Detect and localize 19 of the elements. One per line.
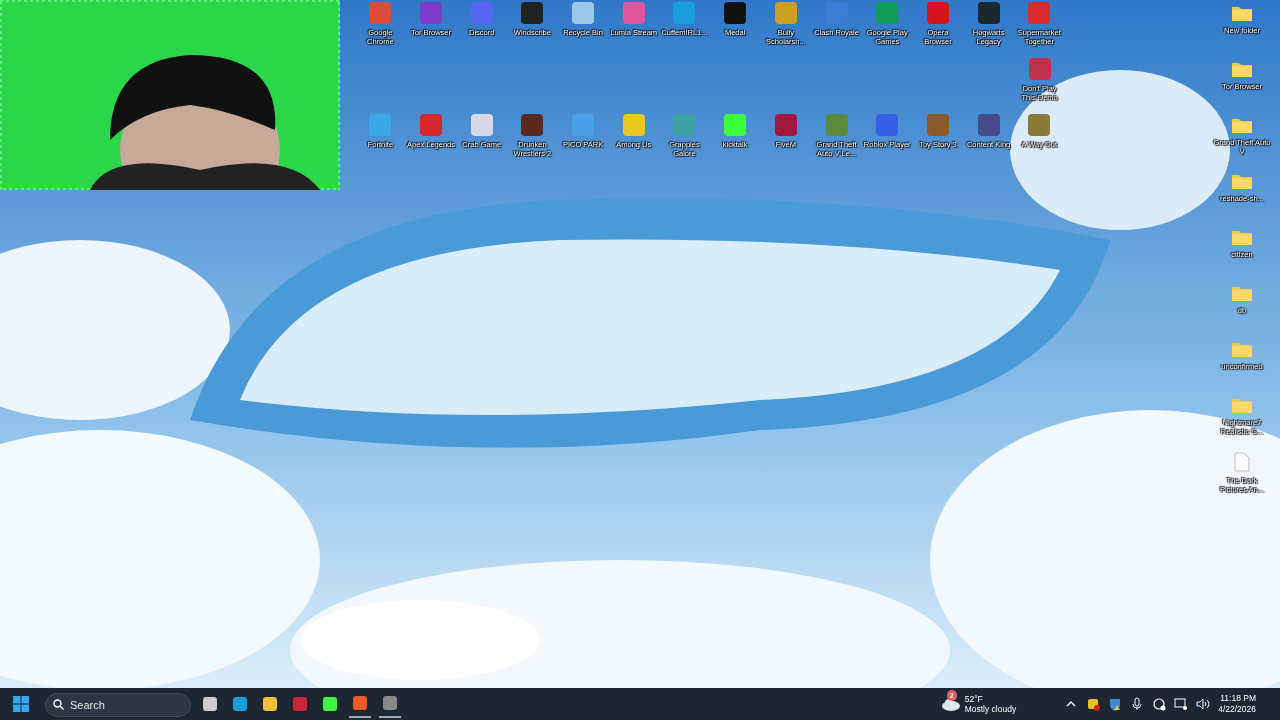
clock-time: 11:18 PM (1219, 693, 1256, 704)
clock-date: 4/22/2026 (1218, 704, 1256, 715)
windows-start-icon[interactable] (13, 696, 29, 712)
weather-condition: Mostly cloudy (964, 704, 1017, 714)
app-icon (262, 696, 278, 712)
cloud-icon (940, 697, 961, 711)
search-icon (53, 698, 64, 710)
app-icon (352, 695, 368, 711)
security-warning-icon[interactable] (1108, 697, 1123, 711)
microphone-icon[interactable] (1130, 697, 1145, 711)
search-field[interactable]: Search (45, 692, 191, 717)
temperature-text: 52°F (964, 694, 984, 704)
app-icon (232, 696, 248, 712)
app-icon (322, 696, 338, 712)
monitor-icon[interactable] (1174, 697, 1189, 711)
app-icon (202, 696, 218, 712)
app-icon (292, 696, 308, 712)
app-icon (382, 695, 398, 711)
speaker-icon[interactable] (1196, 697, 1211, 711)
